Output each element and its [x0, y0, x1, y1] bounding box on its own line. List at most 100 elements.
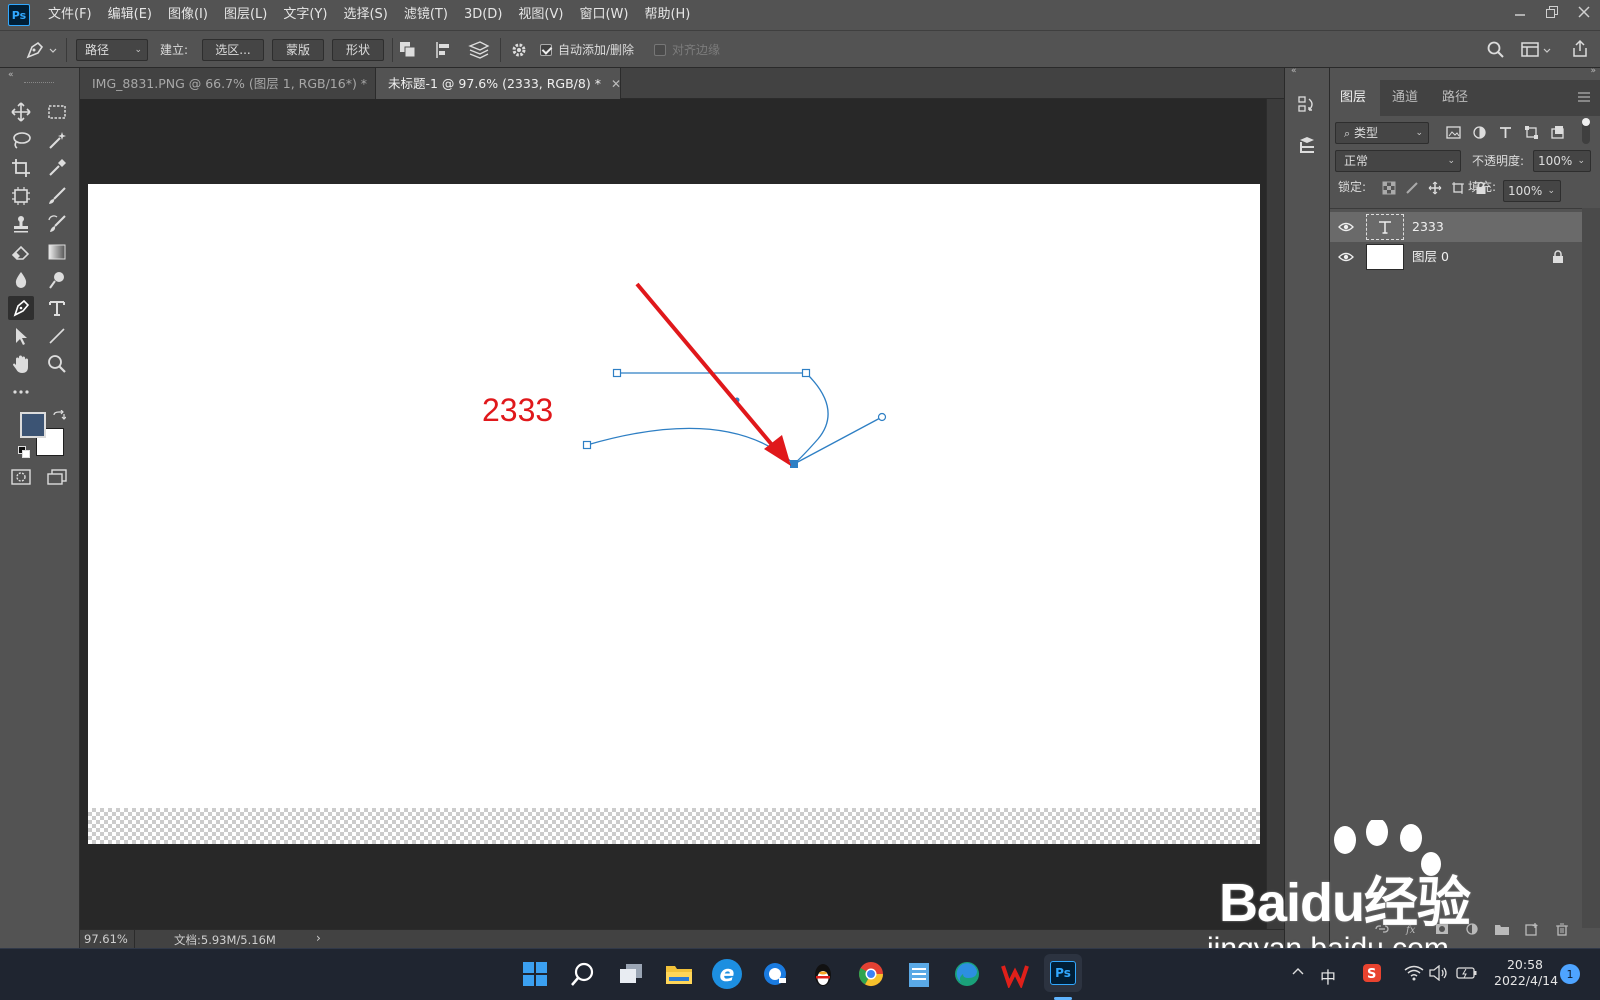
lock-artboard-icon[interactable]	[1451, 181, 1465, 195]
quick-mask-button[interactable]	[10, 468, 32, 489]
notification-badge[interactable]: 1	[1560, 964, 1580, 984]
close-window-button[interactable]	[1568, 0, 1600, 24]
auto-add-delete-checkbox[interactable]	[540, 44, 552, 56]
search-button[interactable]	[1486, 40, 1506, 63]
collapse-panels-icon[interactable]: «	[1291, 66, 1297, 76]
menu-view[interactable]: 视图(V)	[510, 0, 571, 30]
ie-browser-button[interactable]: e	[712, 959, 742, 989]
type-layer-filter-icon[interactable]	[1498, 125, 1513, 140]
layer-filter-select[interactable]: ⌕ 类型 ⌄	[1335, 122, 1429, 144]
blend-mode-select[interactable]: 正常 ⌄	[1335, 150, 1461, 172]
workspace-button[interactable]	[1520, 40, 1554, 63]
selected-anchor-point[interactable]	[790, 460, 798, 468]
type-tool[interactable]	[44, 296, 70, 320]
edit-toolbar-button[interactable]	[8, 380, 34, 404]
menu-image[interactable]: 图像(I)	[160, 0, 216, 30]
align-edges-checkbox[interactable]	[654, 44, 666, 56]
tab-untitled-1[interactable]: 未标题-1 @ 97.6% (2333, RGB/8) * ✕	[376, 68, 621, 99]
layer-name[interactable]: 图层 0	[1412, 242, 1449, 272]
pen-tool-preset-picker[interactable]	[22, 39, 58, 64]
screen-mode-button[interactable]	[46, 468, 68, 489]
crop-tool[interactable]	[8, 156, 34, 180]
zoom-tool[interactable]	[44, 352, 70, 376]
menu-help[interactable]: 帮助(H)	[636, 0, 698, 30]
menu-select[interactable]: 选择(S)	[335, 0, 395, 30]
zoom-level[interactable]: 97.61%	[84, 932, 128, 946]
menu-3d[interactable]: 3D(D)	[456, 0, 510, 30]
menu-file[interactable]: 文件(F)	[40, 0, 100, 30]
panel-menu-button[interactable]	[1577, 90, 1591, 107]
restore-button[interactable]	[1536, 0, 1568, 24]
swap-colors-button[interactable]	[52, 409, 67, 427]
edge-button[interactable]	[952, 959, 982, 989]
settings-button[interactable]	[510, 41, 528, 62]
menu-layer[interactable]: 图层(L)	[216, 0, 275, 30]
menu-edit[interactable]: 编辑(E)	[100, 0, 160, 30]
menu-type[interactable]: 文字(Y)	[275, 0, 335, 30]
path-mode-select[interactable]: 路径 ⌄	[76, 39, 148, 61]
default-colors-button[interactable]	[18, 446, 30, 461]
eye-visibility-icon[interactable]	[1338, 220, 1354, 234]
lock-position-icon[interactable]	[1428, 181, 1442, 195]
tab-channels[interactable]: 通道	[1382, 80, 1428, 116]
anchor-point[interactable]	[582, 440, 592, 450]
tab-img-8831[interactable]: IMG_8831.PNG @ 66.7% (图层 1, RGB/16*) *✕	[80, 68, 387, 99]
work-path[interactable]	[582, 368, 887, 469]
dodge-tool[interactable]	[44, 268, 70, 292]
notepad-button[interactable]	[904, 959, 934, 989]
photoshop-taskbar-button[interactable]: Ps	[1044, 954, 1082, 992]
canvas-workspace[interactable]: 2333	[80, 99, 1266, 929]
hand-tool[interactable]	[8, 352, 34, 376]
battery-button[interactable]	[1456, 965, 1478, 985]
minimize-button[interactable]	[1504, 0, 1536, 24]
menu-filter[interactable]: 滤镜(T)	[396, 0, 456, 30]
blur-tool[interactable]	[8, 268, 34, 292]
smart-object-filter-icon[interactable]	[1550, 125, 1565, 140]
layer-row-text[interactable]: 2333	[1330, 212, 1582, 242]
eraser-tool[interactable]	[8, 240, 34, 264]
document-canvas[interactable]: 2333	[88, 184, 1260, 844]
layer-row-background[interactable]: 图层 0	[1330, 242, 1582, 272]
opacity-input[interactable]: 100% ⌄	[1533, 150, 1591, 172]
marquee-tool[interactable]	[44, 100, 70, 124]
direction-handle[interactable]	[877, 412, 887, 422]
expand-panels-icon[interactable]: »	[1590, 66, 1596, 76]
magic-wand-tool[interactable]	[44, 128, 70, 152]
path-alignment-button[interactable]	[434, 40, 454, 63]
eyedropper-tool[interactable]	[44, 156, 70, 180]
share-button[interactable]	[1570, 39, 1590, 62]
filter-toggle[interactable]	[1582, 118, 1590, 144]
anchor-point[interactable]	[801, 368, 811, 378]
anchor-point[interactable]	[612, 368, 622, 378]
vertical-scrollbar[interactable]	[1266, 99, 1284, 929]
path-selection-tool[interactable]	[8, 324, 34, 348]
sogou-ime-button[interactable]: S	[1362, 963, 1382, 987]
collapse-toolbar-icon[interactable]: «	[8, 70, 14, 80]
task-view-button[interactable]	[616, 959, 646, 989]
history-panel-button[interactable]	[1296, 94, 1318, 119]
tab-layers[interactable]: 图层	[1330, 80, 1380, 116]
path-overlay[interactable]	[88, 184, 1260, 844]
clock[interactable]: 20:58 2022/4/14	[1494, 957, 1558, 988]
shape-layer-filter-icon[interactable]	[1524, 125, 1539, 140]
show-hidden-icons-button[interactable]	[1292, 965, 1304, 980]
status-menu-arrow-icon[interactable]: ›	[316, 931, 321, 945]
history-brush-tool[interactable]	[44, 212, 70, 236]
file-explorer-button[interactable]	[664, 959, 694, 989]
move-tool[interactable]	[8, 100, 34, 124]
lock-transparent-pixels-icon[interactable]	[1382, 181, 1396, 195]
pixel-layer-filter-icon[interactable]	[1446, 125, 1461, 140]
wps-button[interactable]	[1000, 959, 1030, 989]
frame-tool[interactable]	[8, 184, 34, 208]
foreground-color-swatch[interactable]	[20, 412, 46, 438]
path-arrangement-button[interactable]	[468, 40, 490, 63]
volume-button[interactable]	[1428, 964, 1448, 985]
lock-image-pixels-icon[interactable]	[1405, 181, 1419, 195]
tab-paths[interactable]: 路径	[1432, 80, 1478, 116]
properties-panel-button[interactable]	[1296, 136, 1318, 161]
input-method-indicator[interactable]: 中	[1320, 964, 1336, 988]
close-tab-icon[interactable]: ✕	[611, 77, 621, 91]
make-shape-button[interactable]: 形状	[332, 39, 384, 61]
brush-tool[interactable]	[44, 184, 70, 208]
path-operations-button[interactable]	[398, 40, 418, 63]
